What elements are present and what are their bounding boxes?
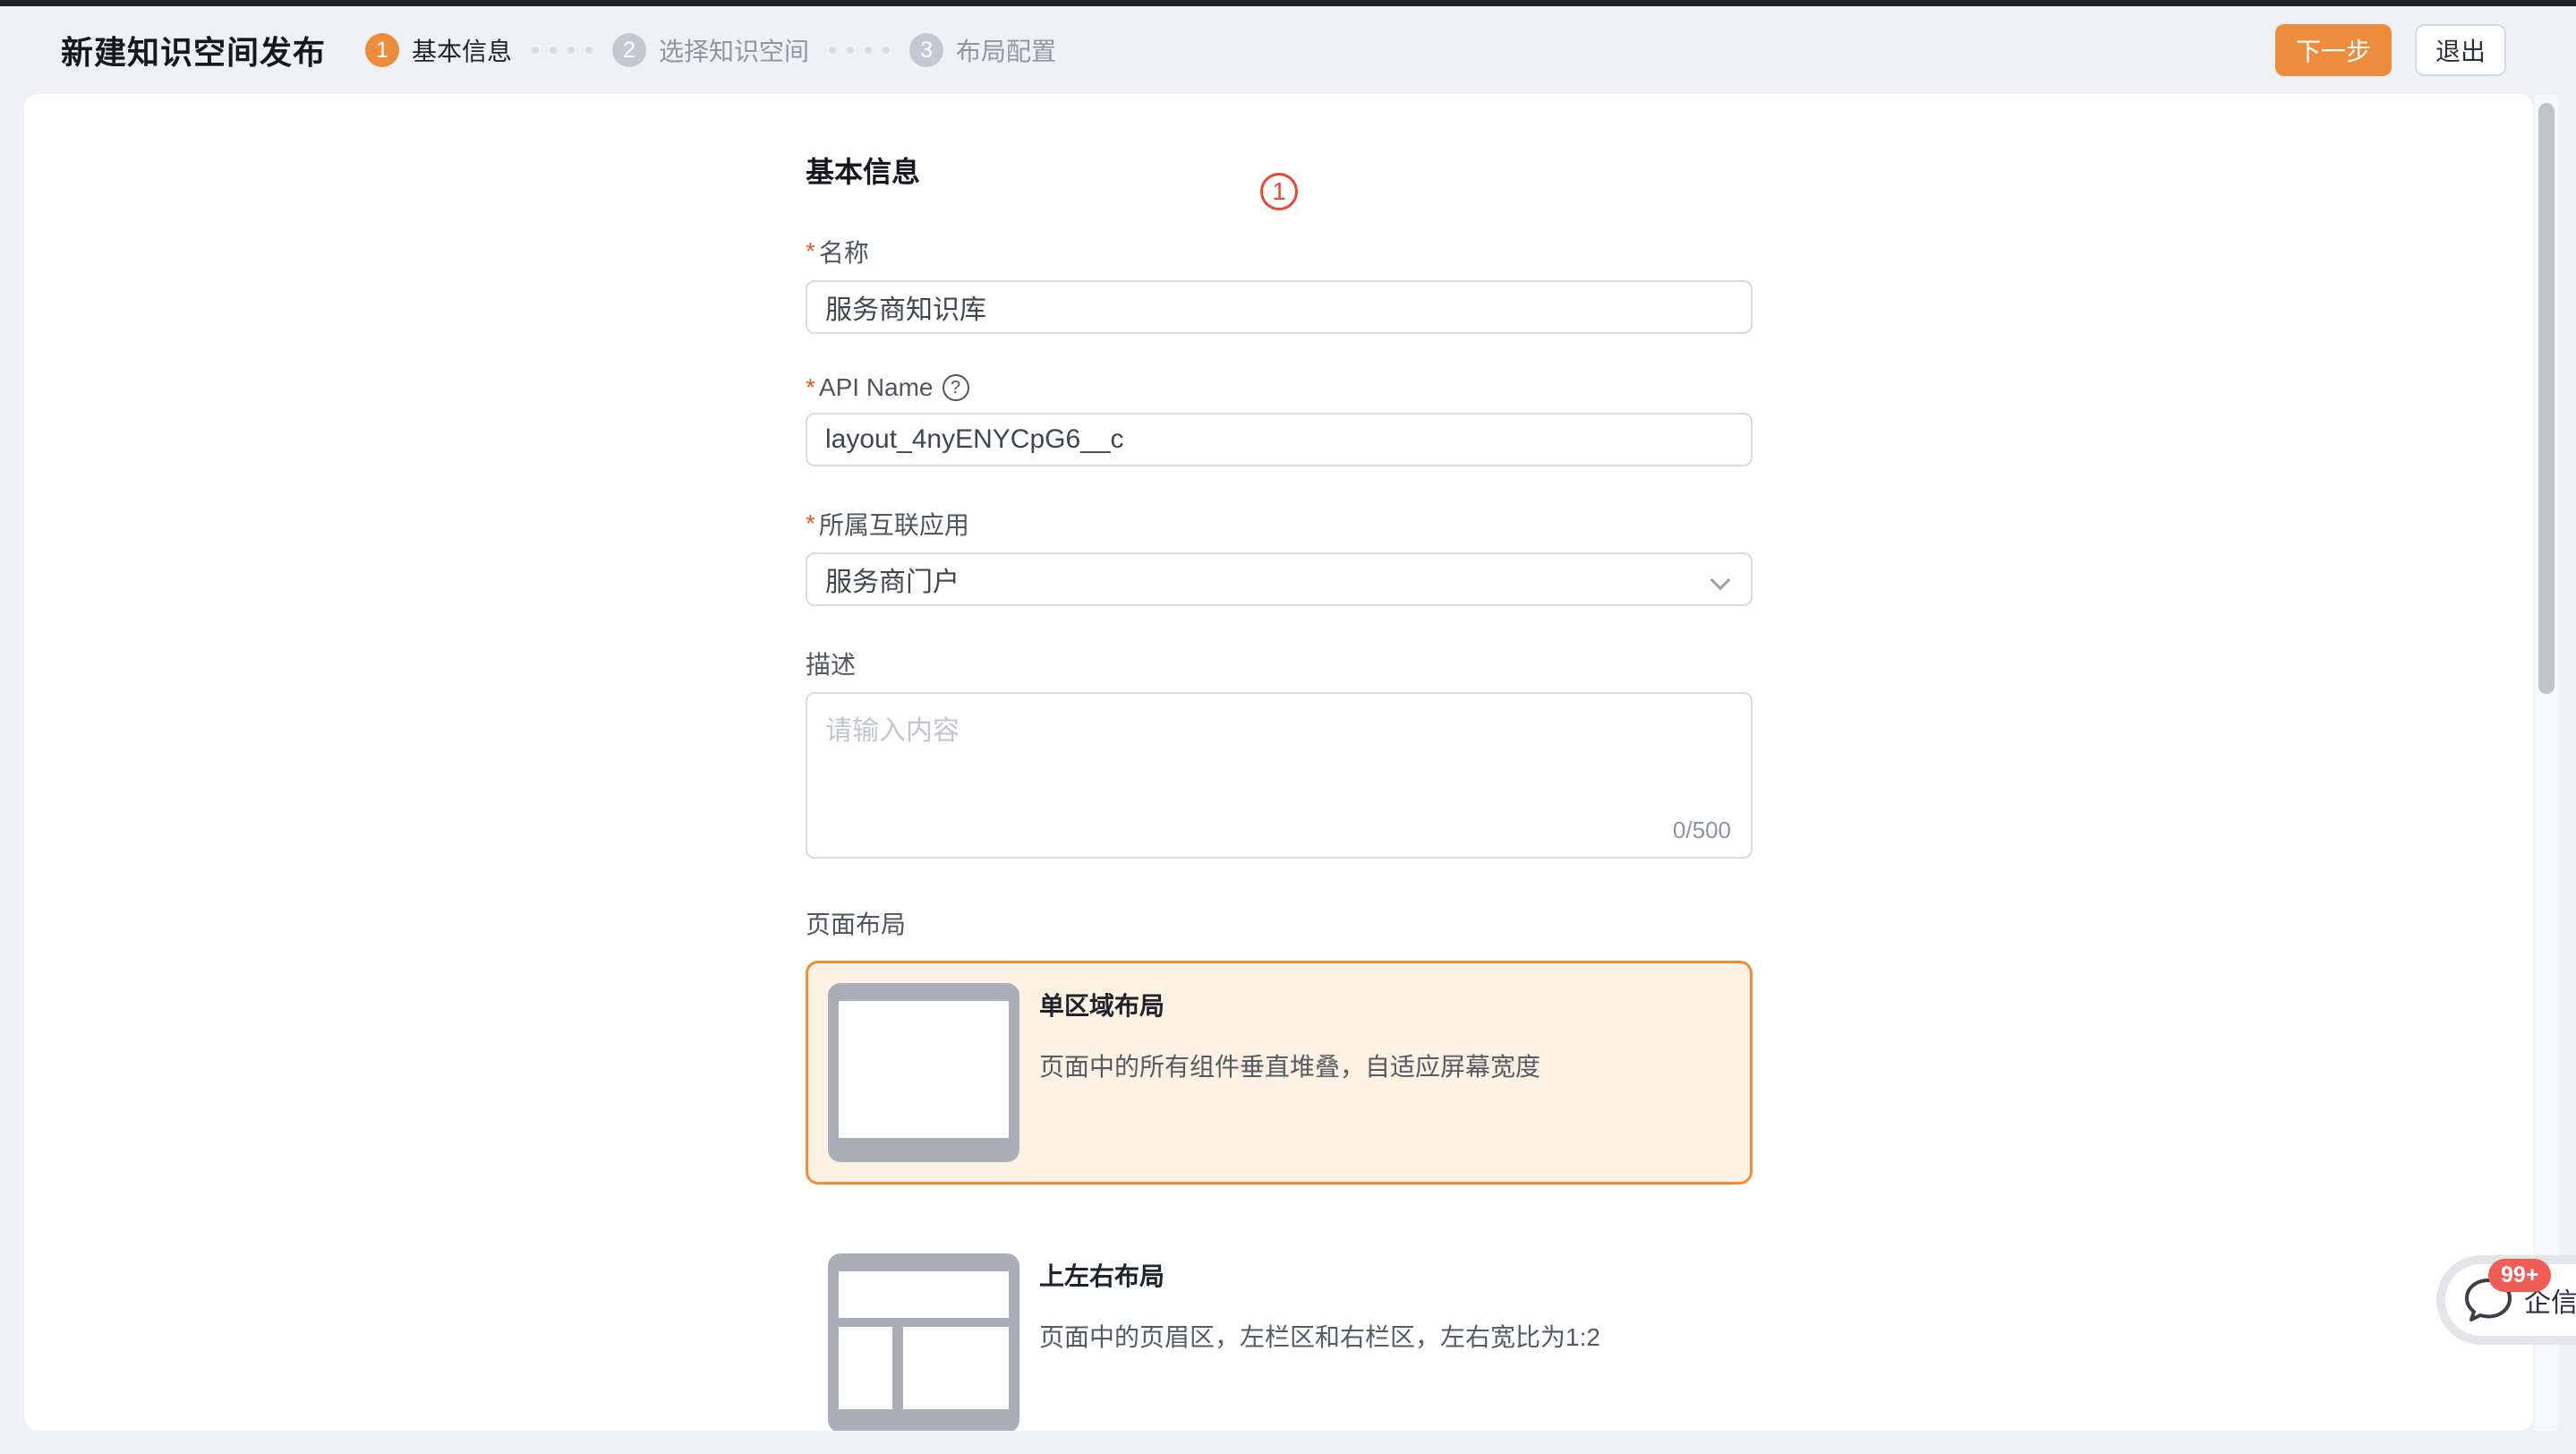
single-region-layout-thumbnail-icon <box>828 983 1019 1162</box>
step-3-badge: 3 <box>909 33 943 67</box>
app-field-group: *所属互联应用 服务商门户 <box>806 506 1753 606</box>
step-3-layout-config[interactable]: 3 布局配置 <box>909 32 1056 68</box>
main-content-card: 基本信息 1 *名称 *API Name ? *所属互联应用 服务商门户 <box>24 94 2533 1431</box>
name-input[interactable] <box>806 280 1753 334</box>
required-asterisk: * <box>806 237 815 266</box>
required-asterisk: * <box>806 373 815 402</box>
chat-widget[interactable]: 99+ 企信 <box>2436 1255 2576 1345</box>
vertical-scrollbar-track[interactable] <box>2535 94 2558 1431</box>
page-title: 新建知识空间发布 <box>61 27 326 73</box>
char-counter: 0/500 <box>1673 817 1731 844</box>
wizard-header: 新建知识空间发布 1 基本信息 2 选择知识空间 3 布局配置 下一步 退出 <box>0 6 2576 94</box>
vertical-scrollbar-thumb[interactable] <box>2538 103 2555 694</box>
step-2-badge: 2 <box>612 33 646 67</box>
layout-option-title: 上左右布局 <box>1039 1257 1600 1293</box>
layout-option-single-region[interactable]: 单区域布局 页面中的所有组件垂直堆叠，自适应屏幕宽度 <box>806 961 1753 1185</box>
help-icon[interactable]: ? <box>943 374 969 401</box>
app-select[interactable]: 服务商门户 <box>806 552 1753 606</box>
next-step-button[interactable]: 下一步 <box>2275 24 2392 76</box>
layout-option-header-left-right[interactable]: 上左右布局 页面中的页眉区，左栏区和右栏区，左右宽比为1:2 <box>806 1231 1753 1431</box>
layout-option-description: 页面中的页眉区，左栏区和右栏区，左右宽比为1:2 <box>1039 1318 1600 1354</box>
name-label: *名称 <box>806 234 1753 269</box>
app-select-value: 服务商门户 <box>825 560 960 599</box>
step-indicator: 1 基本信息 2 选择知识空间 3 布局配置 <box>365 32 1056 68</box>
layout-option-title: 单区域布局 <box>1039 987 1540 1022</box>
chevron-down-icon <box>1710 570 1731 591</box>
required-asterisk: * <box>806 509 815 538</box>
basic-info-form: 基本信息 1 *名称 *API Name ? *所属互联应用 服务商门户 <box>806 94 1753 1431</box>
step-2-select-space[interactable]: 2 选择知识空间 <box>612 32 809 68</box>
window-top-strip <box>0 0 2576 6</box>
step-separator-dots <box>829 47 890 54</box>
step-separator-dots <box>532 47 593 54</box>
description-field-group: 描述 0/500 <box>806 646 1753 859</box>
api-name-input[interactable] <box>806 413 1753 466</box>
step-1-basic-info[interactable]: 1 基本信息 <box>365 32 512 68</box>
description-textarea-wrap: 0/500 <box>806 692 1753 859</box>
page-layout-label: 页面布局 <box>806 905 1753 941</box>
header-actions: 下一步 退出 <box>2275 24 2506 76</box>
name-field-group: *名称 <box>806 234 1753 334</box>
app-label: *所属互联应用 <box>806 506 1753 542</box>
description-textarea[interactable] <box>807 694 1751 819</box>
step-1-label: 基本信息 <box>412 32 512 68</box>
annotation-circle-1: 1 <box>1260 173 1298 210</box>
layout-option-description: 页面中的所有组件垂直堆叠，自适应屏幕宽度 <box>1039 1048 1540 1083</box>
step-3-label: 布局配置 <box>956 32 1056 68</box>
api-name-label: *API Name ? <box>806 373 1753 402</box>
description-label: 描述 <box>806 646 1753 681</box>
unread-count-badge: 99+ <box>2488 1259 2551 1292</box>
exit-button[interactable]: 退出 <box>2415 24 2506 76</box>
header-left-right-layout-thumbnail-icon <box>828 1253 1019 1431</box>
api-name-field-group: *API Name ? <box>806 373 1753 466</box>
step-1-badge: 1 <box>365 33 399 67</box>
step-2-label: 选择知识空间 <box>659 32 809 68</box>
